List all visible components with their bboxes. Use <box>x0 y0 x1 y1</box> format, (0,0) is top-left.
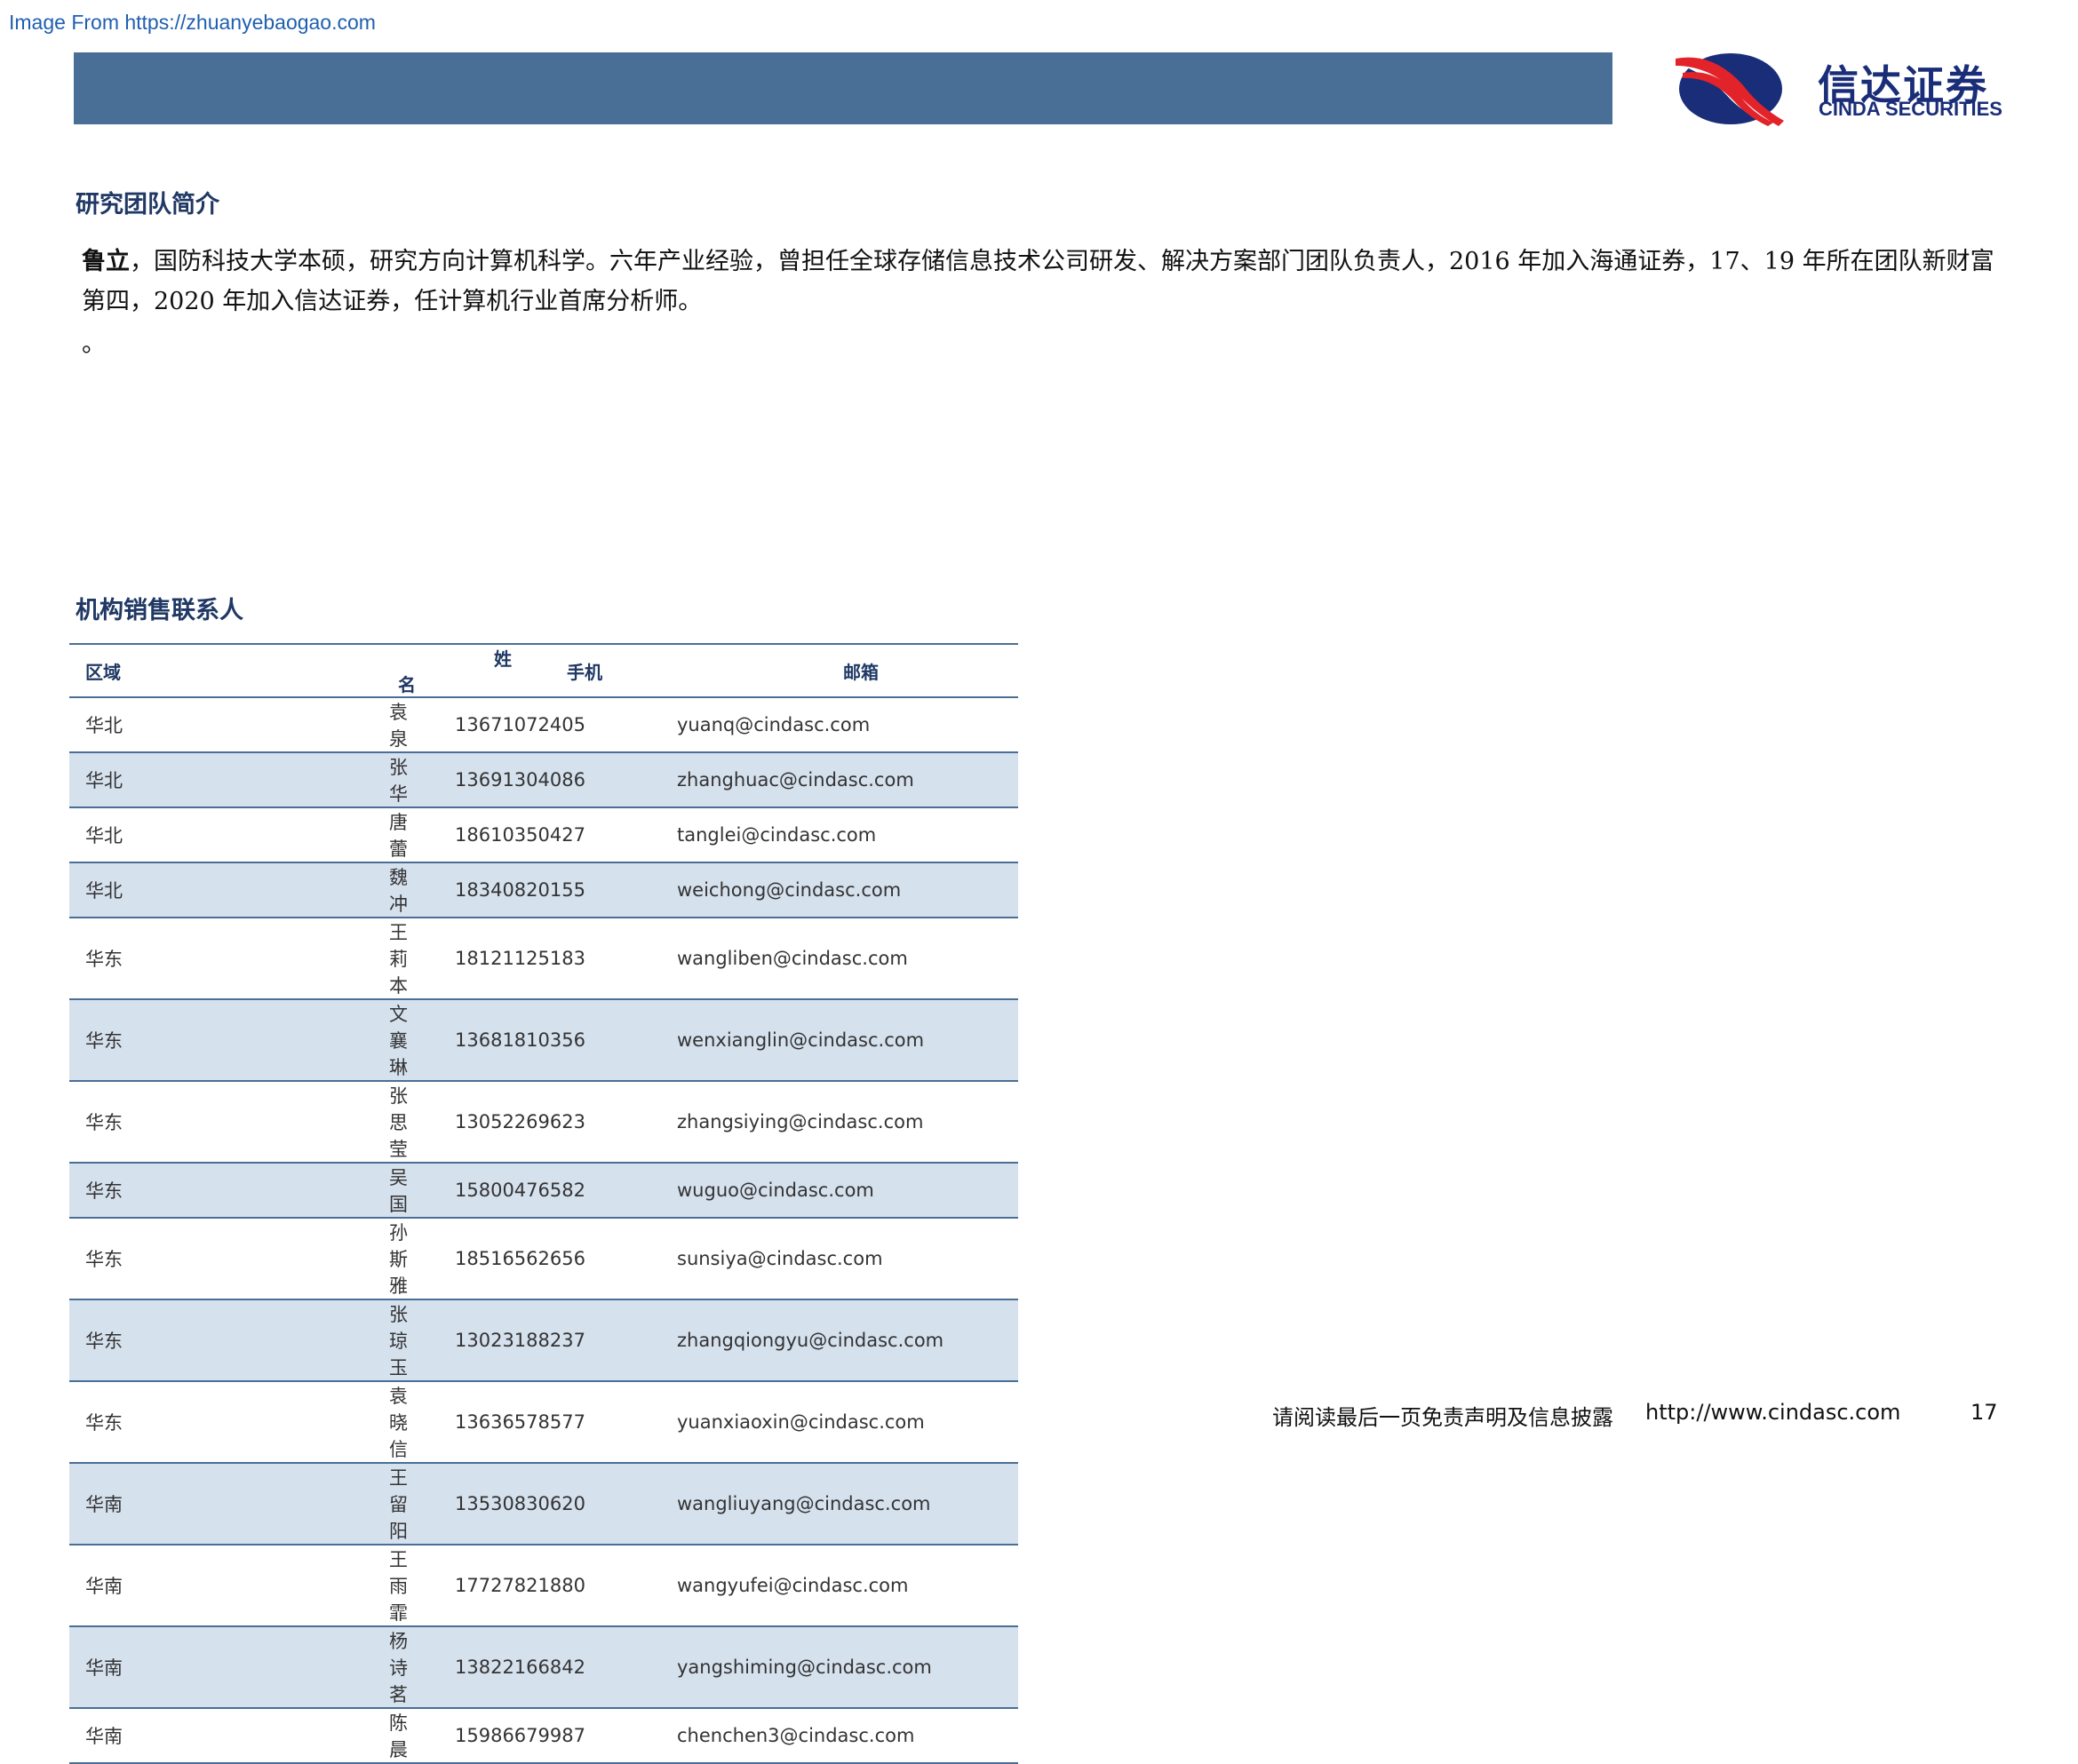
table-row: 华北魏 冲 18340820155 weichong@cindasc.com <box>69 862 1018 918</box>
cell-phone: 18610350427 <box>421 807 643 863</box>
cell-name: 袁 泉 <box>220 697 428 753</box>
cell-name: 魏 冲 <box>220 862 428 918</box>
cell-name: 袁晓信 <box>220 1381 421 1464</box>
cell-name: 陈 晨 <box>220 1708 428 1764</box>
header-region: 区域 <box>69 643 220 698</box>
cell-region: 华北 <box>69 697 220 753</box>
table-header-row: 区域 姓名 手机 邮箱 <box>69 643 1018 698</box>
cell-name: 唐 蕾 <box>220 807 428 863</box>
page-number: 17 <box>1971 1400 1998 1425</box>
watermark-text: Image From https://zhuanyebaogao.com <box>9 11 376 34</box>
cell-email[interactable]: weichong@cindasc.com <box>643 862 1018 918</box>
table-row: 华东 张思莹 13052269623 zhangsiying@cindasc.com <box>69 1081 1018 1164</box>
cinda-logo: 信达证券 CINDA SECURITIES <box>1667 46 2022 135</box>
cell-phone: 13671072405 <box>421 697 643 753</box>
cell-name: 张琼玉 <box>220 1299 421 1382</box>
table-row: 华南 王留阳 13530830620 wangliuyang@cindasc.com <box>69 1463 1018 1545</box>
cell-phone: 13636578577 <box>421 1381 643 1464</box>
cell-phone: 13052269623 <box>421 1081 643 1164</box>
footer-url-link[interactable]: http://www.cindasc.com <box>1645 1400 1900 1425</box>
table-row: 华北袁 泉 13671072405 yuanq@cindasc.com <box>69 697 1018 753</box>
cell-region: 华北 <box>69 862 220 918</box>
cell-region: 华东 <box>69 1381 220 1464</box>
analyst-name: 鲁立 <box>82 248 130 275</box>
cell-name: 文襄琳 <box>220 999 421 1082</box>
table-row: 华东 张琼玉 13023188237 zhangqiongyu@cindasc.com <box>69 1299 1018 1382</box>
cell-phone: 15986679987 <box>421 1708 643 1764</box>
header-name: 姓名 <box>220 643 512 698</box>
cell-email[interactable]: wangyufei@cindasc.com <box>643 1545 1018 1627</box>
cell-phone: 13023188237 <box>421 1299 643 1382</box>
cell-email[interactable]: sunsiya@cindasc.com <box>643 1218 1018 1300</box>
cell-phone: 13530830620 <box>421 1463 643 1545</box>
cell-region: 华南 <box>69 1463 220 1545</box>
table-row: 华北张 华 13691304086 zhanghuac@cindasc.com <box>69 752 1018 808</box>
cell-region: 华东 <box>69 1163 220 1219</box>
analyst-bio: 鲁立，国防科技大学本硕，研究方向计算机科学。六年产业经验，曾担任全球存储信息技术… <box>82 242 2001 322</box>
footer-disclaimer: 请阅读最后一页免责声明及信息披露 <box>1272 1405 1613 1430</box>
cell-name: 张 华 <box>220 752 428 808</box>
cell-email[interactable]: yuanxiaoxin@cindasc.com <box>643 1381 1018 1464</box>
cell-name: 吴 国 <box>220 1163 428 1219</box>
table-row: 华东 袁晓信 13636578577 yuanxiaoxin@cindasc.com <box>69 1381 1018 1464</box>
table-row: 华南 杨诗茗 13822166842 yangshiming@cindasc.com <box>69 1626 1018 1709</box>
cell-email[interactable]: zhangsiying@cindasc.com <box>643 1081 1018 1164</box>
cell-name: 杨诗茗 <box>220 1626 421 1709</box>
cinda-logo-icon <box>1672 53 1784 126</box>
table-row: 华北唐 蕾 18610350427 tanglei@cindasc.com <box>69 807 1018 863</box>
cell-name: 孙斯雅 <box>220 1218 421 1300</box>
cell-region: 华东 <box>69 1218 220 1300</box>
cell-region: 华东 <box>69 1299 220 1382</box>
cell-name: 王雨霏 <box>220 1545 421 1627</box>
logo-english-text: CINDA SECURITIES <box>1819 98 2002 120</box>
sales-contacts-table: 区域 姓名 手机 邮箱 华北袁 泉 13671072405 yuanq@cindas… <box>69 643 1018 1764</box>
cell-phone: 18121125183 <box>421 918 643 1000</box>
bio-trailing-mark: 。 <box>82 330 106 358</box>
header-email-text: 邮箱 <box>843 661 879 683</box>
table-row: 华东 文襄琳 13681810356 wenxianglin@cindasc.com <box>69 999 1018 1082</box>
sales-section-title: 机构销售联系人 <box>76 597 243 624</box>
cell-phone: 13691304086 <box>421 752 643 808</box>
cell-email[interactable]: yangshiming@cindasc.com <box>643 1626 1018 1709</box>
header-email: 邮箱 <box>643 643 1018 698</box>
cell-phone: 13822166842 <box>421 1626 643 1709</box>
table-row: 华南陈 晨 15986679987 chenchen3@cindasc.com <box>69 1708 1018 1764</box>
table-row: 华东 王莉本 18121125183 wangliben@cindasc.com <box>69 918 1018 1000</box>
header-phone-text: 手机 <box>567 661 602 683</box>
cell-email[interactable]: zhanghuac@cindasc.com <box>643 752 1018 808</box>
cell-region: 华北 <box>69 752 220 808</box>
cell-region: 华东 <box>69 999 220 1082</box>
cell-region: 华东 <box>69 1081 220 1164</box>
cell-region: 华南 <box>69 1708 220 1764</box>
table-row: 华南 王雨霏 17727821880 wangyufei@cindasc.com <box>69 1545 1018 1627</box>
team-section-title: 研究团队简介 <box>76 191 219 219</box>
cell-phone: 15800476582 <box>421 1163 643 1219</box>
cell-name: 张思莹 <box>220 1081 421 1164</box>
cell-phone: 13681810356 <box>421 999 643 1082</box>
cell-name: 王莉本 <box>220 918 421 1000</box>
table-row: 华东吴 国 15800476582 wuguo@cindasc.com <box>69 1163 1018 1219</box>
header-band <box>74 52 1612 124</box>
cell-region: 华东 <box>69 918 220 1000</box>
analyst-bio-text: ，国防科技大学本硕，研究方向计算机科学。六年产业经验，曾担任全球存储信息技术公司… <box>82 248 1994 315</box>
table-row: 华东 孙斯雅 18516562656 sunsiya@cindasc.com <box>69 1218 1018 1300</box>
cell-phone: 18340820155 <box>421 862 643 918</box>
cell-email[interactable]: wangliuyang@cindasc.com <box>643 1463 1018 1545</box>
cell-email[interactable]: wuguo@cindasc.com <box>643 1163 1018 1219</box>
cell-phone: 18516562656 <box>421 1218 643 1300</box>
cell-email[interactable]: chenchen3@cindasc.com <box>643 1708 1018 1764</box>
cell-phone: 17727821880 <box>421 1545 643 1627</box>
cell-email[interactable]: wenxianglin@cindasc.com <box>643 999 1018 1082</box>
cell-region: 华南 <box>69 1545 220 1627</box>
cell-name: 王留阳 <box>220 1463 421 1545</box>
cell-email[interactable]: tanglei@cindasc.com <box>643 807 1018 863</box>
cell-email[interactable]: wangliben@cindasc.com <box>643 918 1018 1000</box>
cell-email[interactable]: zhangqiongyu@cindasc.com <box>643 1299 1018 1382</box>
cell-region: 华南 <box>69 1626 220 1709</box>
cell-region: 华北 <box>69 807 220 863</box>
cell-email[interactable]: yuanq@cindasc.com <box>643 697 1018 753</box>
